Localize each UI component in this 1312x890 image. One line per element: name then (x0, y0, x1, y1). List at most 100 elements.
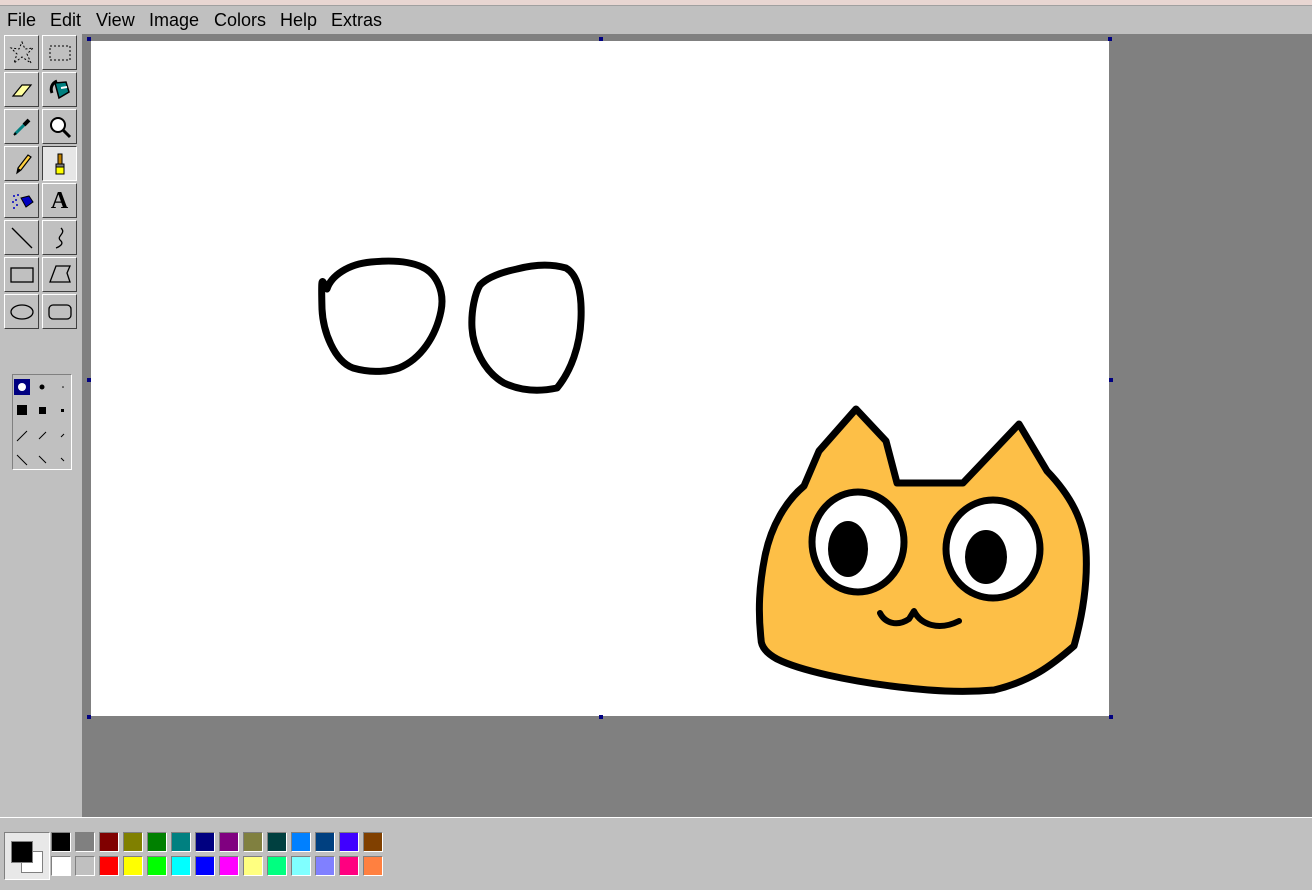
tool-free-form-select[interactable] (4, 35, 39, 70)
palette-color-008080[interactable] (171, 832, 191, 852)
tool-ellipse[interactable] (4, 294, 39, 329)
palette-color-00ffff[interactable] (171, 856, 191, 876)
palette-color-ff8040[interactable] (363, 856, 383, 876)
tool-brush[interactable] (42, 146, 77, 181)
rect-select-icon (49, 45, 70, 60)
palette-color-00ff00[interactable] (147, 856, 167, 876)
fill-bucket-icon (49, 79, 70, 99)
palette-color-808080[interactable] (75, 832, 95, 852)
canvas-handle-top-right (1108, 37, 1112, 41)
rectangle-icon (9, 266, 34, 283)
brush-option-medium-back (38, 455, 47, 464)
current-colors (4, 832, 50, 880)
drawn-cat-face (755, 405, 1090, 695)
palette-color-ff0000[interactable] (99, 856, 119, 876)
palette-color-0080ff[interactable] (291, 832, 311, 852)
tool-rectangle[interactable] (4, 257, 39, 292)
ellipse-icon (9, 303, 34, 320)
canvas-handle-bottom-middle[interactable] (599, 715, 603, 719)
canvas-drawing (318, 257, 1090, 695)
palette-color-0000ff[interactable] (195, 856, 215, 876)
palette-color-8080ff[interactable] (315, 856, 335, 876)
drawing-canvas[interactable] (91, 41, 1109, 716)
tool-airbrush[interactable] (4, 183, 39, 218)
tool-eraser[interactable] (4, 72, 39, 107)
palette-color-008000[interactable] (147, 832, 167, 852)
tool-curve[interactable] (42, 220, 77, 255)
palette-color-800080[interactable] (219, 832, 239, 852)
menu-edit[interactable]: Edit (50, 10, 81, 30)
menu-help[interactable]: Help (280, 10, 317, 30)
palette-color-808040[interactable] (243, 832, 263, 852)
curve-icon (55, 227, 63, 249)
menu-colors[interactable]: Colors (214, 10, 266, 30)
brush-option-large-back (16, 454, 28, 466)
menu-view[interactable]: View (96, 10, 135, 30)
brush-option-large-forward (16, 430, 28, 442)
tool-magnifier[interactable] (42, 109, 77, 144)
cat-pupil-right (965, 530, 1007, 584)
brush-option-small-back (60, 457, 65, 462)
brush-option-medium-forward (38, 431, 47, 440)
palette-color-800000[interactable] (99, 832, 119, 852)
palette-color-808000[interactable] (123, 832, 143, 852)
palette-color-000080[interactable] (195, 832, 215, 852)
canvas-handle-bottom-left (87, 715, 91, 719)
brush-option-large-round (18, 383, 26, 391)
canvas-handle-bottom-right[interactable] (1109, 715, 1113, 719)
brush-option-medium-round (39, 384, 45, 390)
palette-color-00ff80[interactable] (267, 856, 287, 876)
tool-rounded-rectangle[interactable] (42, 294, 77, 329)
tool-pencil[interactable] (4, 146, 39, 181)
magnifier-icon (49, 116, 71, 138)
menu-extras[interactable]: Extras (331, 10, 382, 30)
palette-color-000000[interactable] (51, 832, 71, 852)
brush-option-small-forward (60, 433, 65, 438)
canvas-workspace[interactable] (84, 34, 1312, 817)
tool-text[interactable]: A (42, 183, 77, 218)
polygon-icon (48, 264, 71, 283)
tool-pick-color[interactable] (4, 109, 39, 144)
brush-icon (55, 153, 64, 174)
drawn-circle-left (318, 257, 446, 375)
cat-pupil-left (828, 521, 868, 577)
palette-color-804000[interactable] (363, 832, 383, 852)
palette-color-004040[interactable] (267, 832, 287, 852)
canvas-handle-top-left (87, 37, 91, 41)
tool-fill[interactable] (42, 72, 77, 107)
pencil-icon (15, 153, 32, 174)
palette-color-ffff00[interactable] (123, 856, 143, 876)
palette-color-ffffff[interactable] (51, 856, 71, 876)
palette-color-80ffff[interactable] (291, 856, 311, 876)
canvas-handle-middle-right[interactable] (1109, 378, 1113, 382)
palette-color-ffff80[interactable] (243, 856, 263, 876)
canvas-handle-top-middle (599, 37, 603, 41)
palette-color-004080[interactable] (315, 832, 335, 852)
line-icon (11, 227, 32, 248)
eraser-icon (11, 83, 32, 97)
text-icon: A (50, 187, 69, 214)
tool-polygon[interactable] (42, 257, 77, 292)
palette-color-ff0080[interactable] (339, 856, 359, 876)
brush-option-large-square (17, 405, 27, 415)
foreground-color-swatch (11, 841, 33, 863)
free-select-icon (9, 40, 34, 64)
tool-line[interactable] (4, 220, 39, 255)
color-palette-bar (0, 817, 1312, 890)
brush-option-small-square (61, 409, 64, 412)
palette-color-c0c0c0[interactable] (75, 856, 95, 876)
eyedropper-icon (12, 118, 30, 136)
menu-image[interactable]: Image (149, 10, 199, 30)
palette-color-4000ff[interactable] (339, 832, 359, 852)
canvas-handle-middle-left (87, 378, 91, 382)
tool-rect-select[interactable] (42, 35, 77, 70)
brush-options (12, 374, 72, 470)
menu-file[interactable]: File (7, 10, 36, 30)
palette-color-ff00ff[interactable] (219, 856, 239, 876)
brush-shape-grid (14, 379, 65, 466)
rounded-rectangle-icon (47, 303, 72, 320)
menu-bar: File Edit View Image Colors Help Extras (0, 6, 1312, 34)
drawn-circle-right (468, 261, 585, 394)
airbrush-icon (11, 193, 34, 209)
brush-option-medium-square (39, 407, 46, 414)
